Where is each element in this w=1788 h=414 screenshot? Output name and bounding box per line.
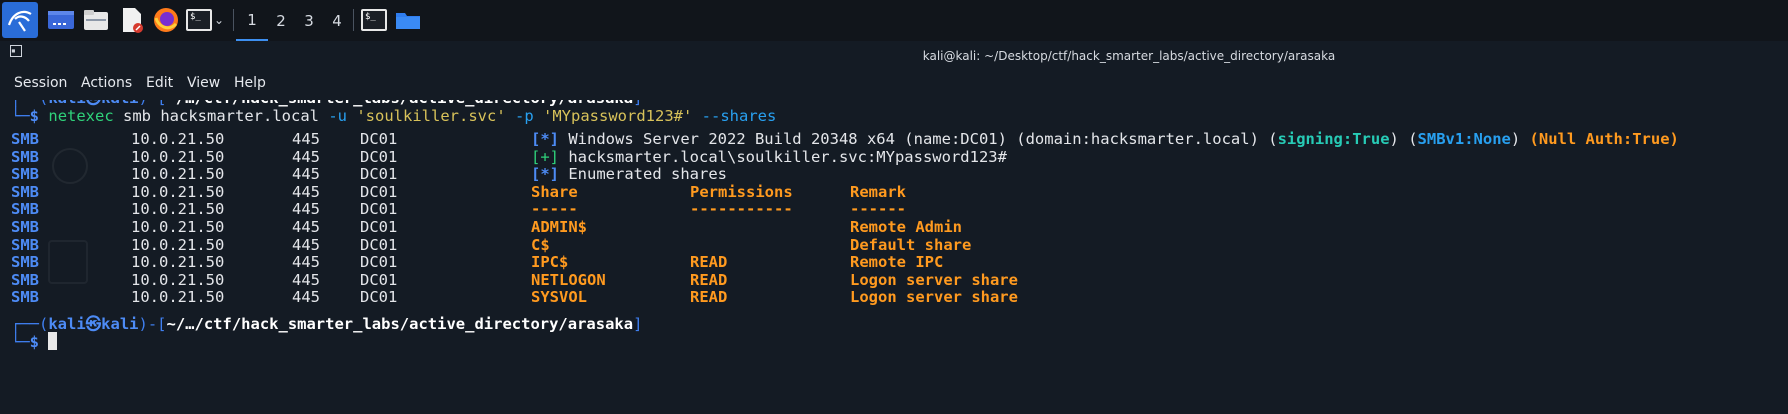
command-password: 'MYpassword123#' [543, 107, 693, 125]
prompt-user: kali [48, 315, 86, 333]
smb-host: DC01 [360, 288, 398, 307]
prompt-line: ┌──(kali㉿kali)-[~/…/ctf/hack_smarter_lab… [11, 315, 643, 333]
text-editor-icon[interactable] [116, 4, 148, 36]
info-tag: [*] [531, 165, 559, 184]
window-titlebar: ▪ kali@kali: ~/Desktop/ctf/hack_smarter_… [0, 41, 1788, 71]
desktop-ghost-icon [52, 148, 88, 184]
prompt-dollar: $ [29, 107, 40, 125]
prompt-host: kali [101, 315, 139, 333]
command-line: └─$ netexec smb hacksmarter.local -u 'so… [11, 107, 777, 125]
command-flag-u: -u [328, 107, 347, 125]
server-info-text: Windows Server 2022 Build 20348 x64 (nam… [568, 130, 1278, 148]
prompt-dollar: $ [29, 333, 40, 351]
show-desktop-icon[interactable] [45, 4, 77, 36]
kali-menu-icon[interactable] [2, 2, 38, 38]
file-manager-icon[interactable] [80, 4, 112, 36]
login-credentials: hacksmarter.local\soulkiller.svc:MYpassw… [568, 147, 1007, 166]
menu-help[interactable]: Help [234, 75, 266, 91]
prompt-at-icon: ㉿ [85, 315, 102, 333]
firefox-icon[interactable] [150, 4, 182, 36]
menu-edit[interactable]: Edit [146, 75, 173, 91]
menu-actions[interactable]: Actions [81, 75, 132, 91]
workspace-4[interactable]: 4 [321, 0, 353, 41]
workspace-1[interactable]: 1 [236, 0, 268, 41]
desktop-ghost-icon [48, 240, 88, 284]
command-shares-flag: --shares [701, 107, 777, 125]
terminal-cursor [48, 332, 58, 350]
share-name: SYSVOL [531, 288, 587, 307]
window-title: kali@kali: ~/Desktop/ctf/hack_smarter_la… [922, 49, 1336, 63]
smbv1-status: SMBv1:None [1417, 130, 1511, 148]
command-flag-p: -p [515, 107, 534, 125]
paren-separator: ) [1510, 130, 1530, 148]
folder-window-icon[interactable] [392, 4, 424, 36]
menu-session[interactable]: Session [14, 75, 67, 91]
paren-separator: ) ( [1389, 130, 1418, 148]
command-tool: netexec [48, 107, 114, 125]
menu-bar: Session Actions Edit View Help [0, 71, 1788, 99]
signing-status: signing:True [1277, 130, 1390, 148]
success-tag: [+] [531, 147, 559, 166]
taskbar-separator [353, 9, 354, 31]
smb-proto: SMB [11, 288, 39, 307]
command-user: 'soulkiller.svc' [356, 107, 506, 125]
smb-port: 445 [292, 288, 320, 307]
share-remark: Logon server share [850, 288, 1018, 307]
command-args: smb hacksmarter.local [113, 107, 329, 125]
taskbar-separator [233, 9, 234, 31]
terminal-output[interactable]: ┌──(kali㉿kali)-[~/…/ctf/hack_smarter_lab… [0, 100, 1788, 414]
taskbar: $_ ⌄ 1 2 3 4 $_ [0, 0, 1788, 42]
menu-view[interactable]: View [187, 75, 220, 91]
input-line[interactable]: └─$ [11, 332, 58, 352]
terminal-window-icon[interactable]: $_ [358, 4, 390, 36]
underline-permissions: ----------- [690, 200, 793, 219]
enum-text: Enumerated shares [568, 165, 727, 184]
chevron-down-icon[interactable]: ⌄ [211, 4, 227, 36]
smb-ip: 10.0.21.50 [131, 288, 225, 307]
null-auth-status: (Null Auth:True) [1529, 130, 1679, 148]
info-tag: [*] [531, 130, 559, 148]
prompt-path: ~/…/ctf/hack_smarter_labs/active_directo… [166, 315, 634, 333]
share-permissions: READ [690, 288, 728, 307]
